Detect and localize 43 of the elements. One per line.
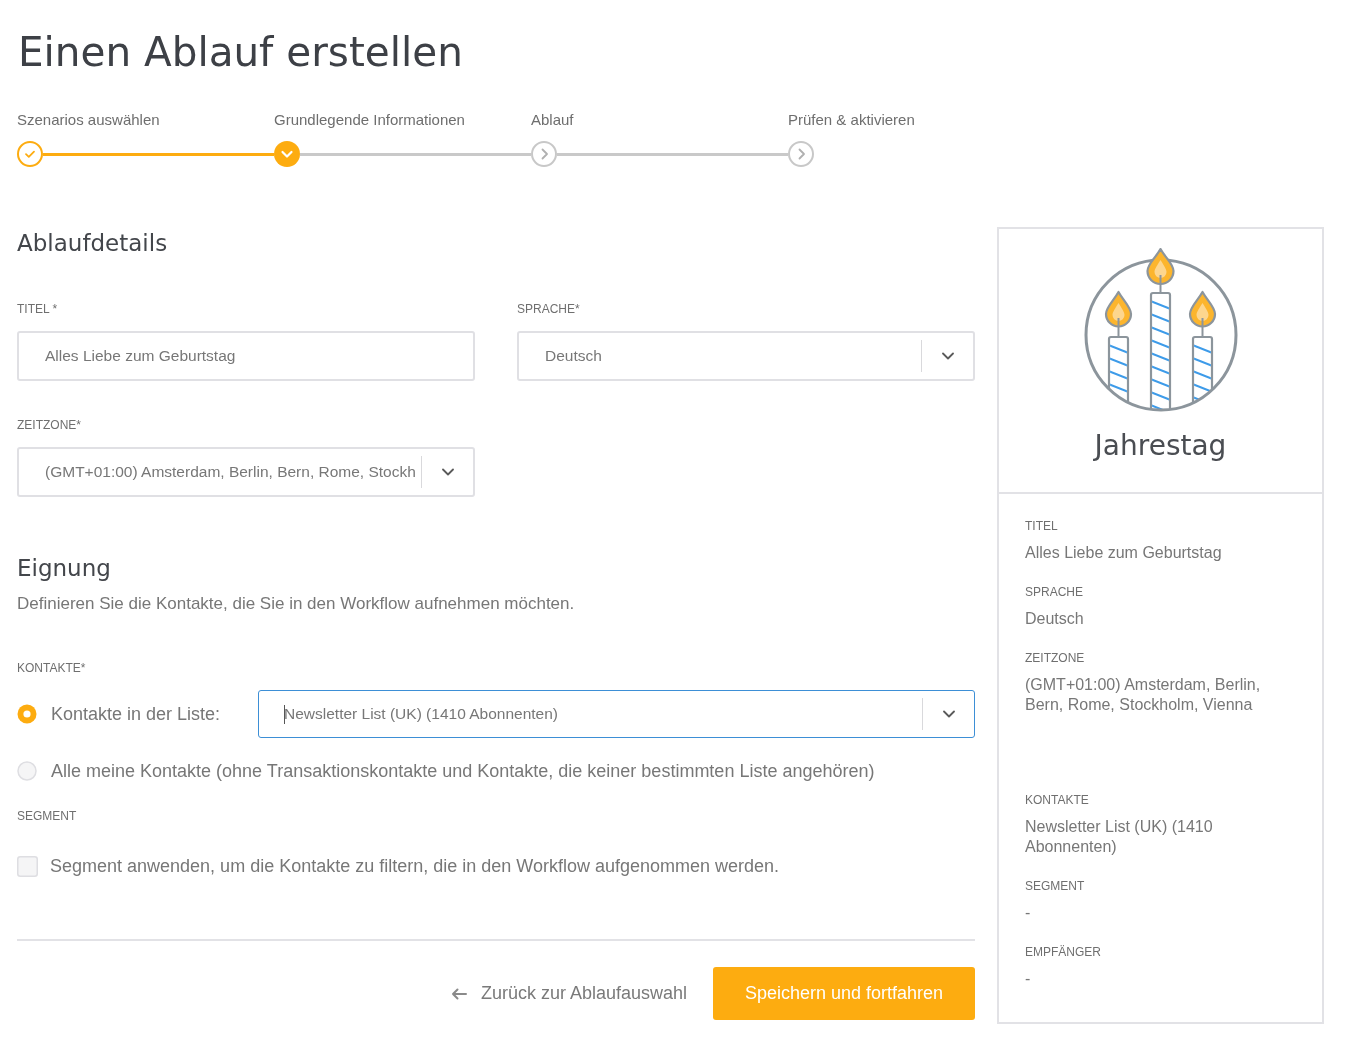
chevron-down-icon bbox=[442, 468, 454, 476]
summary-value: (GMT+01:00) Amsterdam, Berlin, Bern, Rome, Stockholm, Vienna bbox=[1025, 675, 1262, 715]
text-input[interactable]: Alles Liebe zum Geburtstag bbox=[17, 331, 475, 381]
summary-label: EMPFÄNGER bbox=[1025, 944, 1102, 960]
step-label: Prüfen & aktivieren bbox=[788, 110, 915, 130]
summary-value: Alles Liebe zum Geburtstag bbox=[1025, 543, 1223, 563]
checkbox-label: Segment anwenden, um die Kontakte zu filtern, die in den Workflow aufgenommen werden. bbox=[50, 855, 780, 878]
summary-value: - bbox=[1025, 903, 1032, 923]
dropdown-select[interactable]: (GMT+01:00) Amsterdam, Berlin, Bern, Rome, Stockh bbox=[17, 447, 475, 497]
field-label: TITEL * bbox=[17, 301, 59, 317]
chevron-down-icon bbox=[942, 352, 954, 360]
chevron-down-icon bbox=[943, 710, 955, 718]
dropdown-select[interactable]: Deutsch bbox=[517, 331, 975, 381]
summary-label: SEGMENT bbox=[1025, 878, 1086, 894]
dropdown-select[interactable]: Newsletter List (UK) (1410 Abonnenten) bbox=[258, 690, 975, 738]
option-label: Alle meine Kontakte (ohne Transaktionskontakte und Kontakte, die keiner bestimmten Liste angehören) bbox=[51, 760, 875, 783]
section-description: Definieren Sie die Kontakte, die Sie in den Workflow aufnehmen möchten. bbox=[17, 593, 576, 615]
section-heading: Ablaufdetails bbox=[17, 229, 169, 258]
step-label: Grundlegende Informationen bbox=[274, 110, 466, 130]
summary-value: Deutsch bbox=[1025, 609, 1085, 629]
back-link[interactable]: Zurück zur Ablaufauswahl bbox=[450, 983, 687, 1004]
summary-label: ZEITZONE bbox=[1025, 650, 1086, 666]
summary-label: SPRACHE bbox=[1025, 584, 1084, 600]
checkbox[interactable] bbox=[17, 855, 38, 877]
step-label: Ablauf bbox=[531, 110, 575, 130]
field-label: SPRACHE* bbox=[517, 301, 581, 317]
card-title: Jahrestag bbox=[1094, 428, 1227, 464]
field-label: SEGMENT bbox=[17, 808, 78, 824]
radio-button[interactable] bbox=[17, 761, 37, 781]
field-label: ZEITZONE* bbox=[17, 417, 82, 433]
section-heading: Eignung bbox=[17, 554, 112, 583]
radio-button[interactable] bbox=[17, 704, 37, 724]
step-label: Szenarios auswählen bbox=[17, 110, 161, 130]
field-label: KONTAKTE* bbox=[17, 660, 87, 676]
summary-label: TITEL bbox=[1025, 518, 1059, 534]
arrow-left-icon bbox=[450, 987, 467, 1000]
summary-value: Newsletter List (UK) (1410 Abonnenten) bbox=[1025, 817, 1214, 857]
summary-value: - bbox=[1025, 969, 1032, 989]
text-cursor-icon bbox=[284, 704, 285, 724]
page-title: Einen Ablauf erstellen bbox=[18, 27, 464, 78]
candles-icon bbox=[1083, 248, 1238, 412]
summary-label: KONTAKTE bbox=[1025, 792, 1090, 808]
option-label: Kontakte in der Liste: bbox=[51, 703, 221, 726]
